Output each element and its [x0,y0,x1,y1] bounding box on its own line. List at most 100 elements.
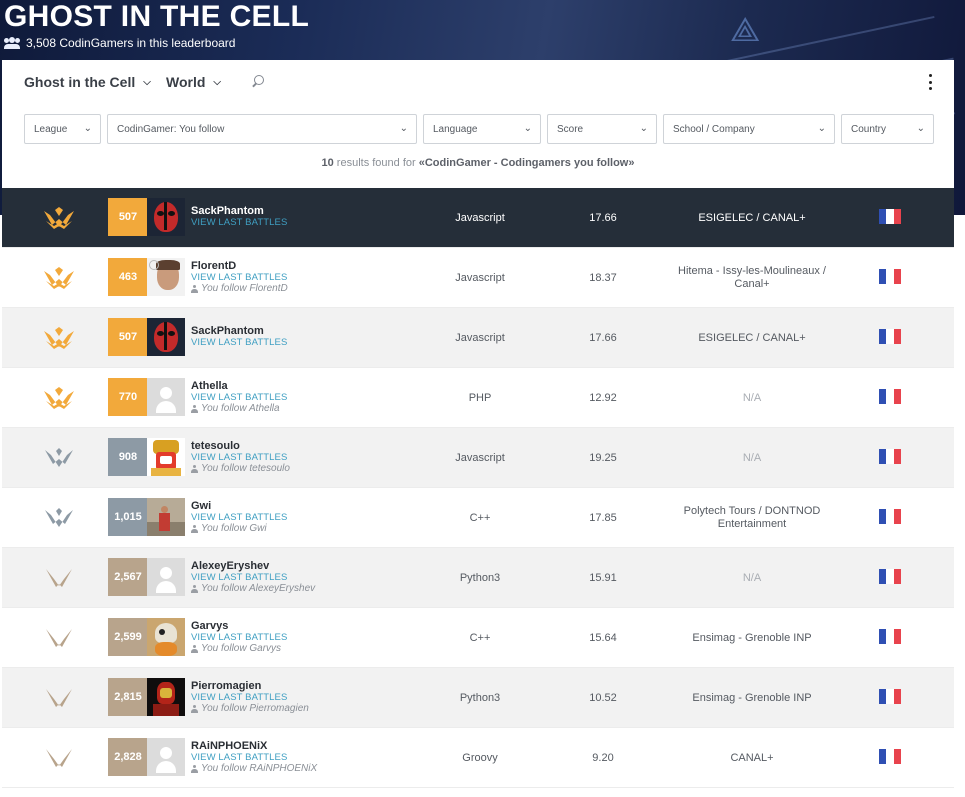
avatar[interactable] [147,498,185,536]
view-last-battles-link[interactable]: VIEW LAST BATTLES [191,452,287,463]
view-last-battles-link[interactable]: VIEW LAST BATTLES [191,572,287,583]
player-name[interactable]: AlexeyEryshev [191,560,269,572]
view-last-battles-link[interactable]: VIEW LAST BATTLES [191,512,287,523]
view-last-battles-link[interactable]: VIEW LAST BATTLES [191,632,287,643]
avatar[interactable] [147,618,185,656]
more-options-icon[interactable] [927,74,933,90]
table-row[interactable]: 2,815 Pierromagien VIEW LAST BATTLES You fo… [2,668,954,728]
france-flag-icon [879,449,901,464]
codingamer-filter[interactable]: CodinGamer: You follow ⌄ [107,114,417,144]
follow-status-text: You follow Pierromagien [201,703,309,714]
scope-dropdown-label: World [166,74,206,90]
chevron-down-icon: ⌄ [83,123,92,134]
table-row[interactable]: 2,828 RAiNPHOENiX VIEW LAST BATTLES You fol… [2,728,954,788]
leaderboard-panel: Ghost in the Cell ⌵ World ⌵ League ⌄ Cod… [2,60,954,797]
school-cell: Ensimag - Grenoble INP [662,668,842,728]
school-cell: Ensimag - Grenoble INP [662,608,842,668]
view-last-battles-link[interactable]: VIEW LAST BATTLES [191,337,287,348]
player-name[interactable]: FlorentD [191,260,236,272]
banner-emblem-icon: ⟁ [730,11,761,49]
player-name[interactable]: SackPhantom [191,205,264,217]
school-text: N/A [742,451,762,464]
table-row[interactable]: 2,567 AlexeyEryshev VIEW LAST BATTLES You f… [2,548,954,608]
score-cell: 19.25 [589,452,617,464]
table-row[interactable]: 770 Athella VIEW LAST BATTLES You follow At… [2,368,954,428]
table-row[interactable]: 908 tetesoulo VIEW LAST BATTLES You follow … [2,428,954,488]
view-last-battles-link[interactable]: VIEW LAST BATTLES [191,392,287,403]
score-filter[interactable]: Score ⌄ [547,114,657,144]
rank-badge: 2,815 [108,678,148,716]
score-cell: 9.20 [592,752,614,764]
score-cell: 15.64 [589,632,617,644]
player-name[interactable]: RAiNPHOENiX [191,740,267,752]
table-row[interactable]: 2,599 Garvys VIEW LAST BATTLES You follow G… [2,608,954,668]
people-icon [4,37,20,49]
codingamer-filter-label: CodinGamer: You follow [117,123,225,135]
view-last-battles-link[interactable]: VIEW LAST BATTLES [191,272,287,283]
player-name[interactable]: SackPhantom [191,325,264,337]
player-name[interactable]: Garvys [191,620,228,632]
league-filter[interactable]: League ⌄ [24,114,101,144]
avatar[interactable] [147,678,185,716]
rank-badge: 2,828 [108,738,148,776]
school-text: ESIGELEC / CANAL+ [698,331,806,344]
league-filter-label: League [34,123,68,135]
language-cell: Javascript [455,212,505,224]
france-flag-icon [879,689,901,704]
follow-status-text: You follow tetesoulo [201,463,290,474]
league-bronze-icon [42,567,76,589]
avatar[interactable] [147,318,185,356]
scope-dropdown[interactable]: World ⌵ [166,74,221,90]
league-gold-icon [42,267,76,289]
results-text: results found for [333,157,419,169]
player-name[interactable]: Athella [191,380,228,392]
school-filter[interactable]: School / Company ⌄ [663,114,835,144]
avatar[interactable] [147,198,185,236]
table-row[interactable]: 507 SackPhantom VIEW LAST BATTLES Javascrip… [2,188,954,248]
game-dropdown[interactable]: Ghost in the Cell ⌵ [24,74,151,90]
follow-status: You follow FlorentD [191,283,288,294]
avatar[interactable] [147,738,185,776]
search-icon[interactable] [252,75,264,87]
rank-badge: 507 [108,198,148,236]
rank-badge: 908 [108,438,148,476]
follow-status-text: You follow Garvys [201,643,282,654]
country-filter[interactable]: Country ⌄ [841,114,934,144]
follow-status: You follow RAiNPHOENiX [191,763,317,774]
school-cell: N/A [662,428,842,488]
results-query: «CodinGamer - Codingamers you follow» [418,157,635,169]
score-cell: 15.91 [589,572,617,584]
rank-badge: 1,015 [108,498,148,536]
follow-status: You follow Garvys [191,643,281,654]
table-row[interactable]: 1,015 Gwi VIEW LAST BATTLES You follow Gwi C… [2,488,954,548]
school-cell: N/A [662,548,842,608]
league-bronze-icon [42,747,76,769]
avatar[interactable] [147,558,185,596]
rank-badge: 463 [108,258,148,296]
table-row[interactable]: 507 SackPhantom VIEW LAST BATTLES Javascrip… [2,308,954,368]
language-cell: C++ [469,632,491,644]
chevron-down-icon: ⌄ [523,123,532,134]
player-name[interactable]: tetesoulo [191,440,240,452]
player-name[interactable]: Gwi [191,500,211,512]
school-text: Polytech Tours / DONTNOD Entertainment [683,505,821,530]
player-name[interactable]: Pierromagien [191,680,261,692]
score-cell: 10.52 [589,692,617,704]
game-dropdown-label: Ghost in the Cell [24,74,136,90]
view-last-battles-link[interactable]: VIEW LAST BATTLES [191,752,287,763]
avatar[interactable] [147,438,185,476]
view-last-battles-link[interactable]: VIEW LAST BATTLES [191,217,287,228]
leaderboard-count: 3,508 CodinGamers in this leaderboard [4,36,235,50]
view-last-battles-link[interactable]: VIEW LAST BATTLES [191,692,287,703]
league-bronze-icon [42,687,76,709]
score-cell: 17.85 [589,512,617,524]
language-cell: Python3 [459,572,501,584]
avatar[interactable] [147,378,185,416]
chevron-down-icon: ⌄ [817,123,826,134]
language-filter[interactable]: Language ⌄ [423,114,541,144]
table-row[interactable]: 463 FlorentD VIEW LAST BATTLES You follow F… [2,248,954,308]
rank-badge: 2,567 [108,558,148,596]
follow-status-text: You follow RAiNPHOENiX [201,763,318,774]
school-cell: Hitema - Issy-les-Moulineaux / Canal+ [662,248,842,308]
avatar[interactable] [147,258,185,296]
